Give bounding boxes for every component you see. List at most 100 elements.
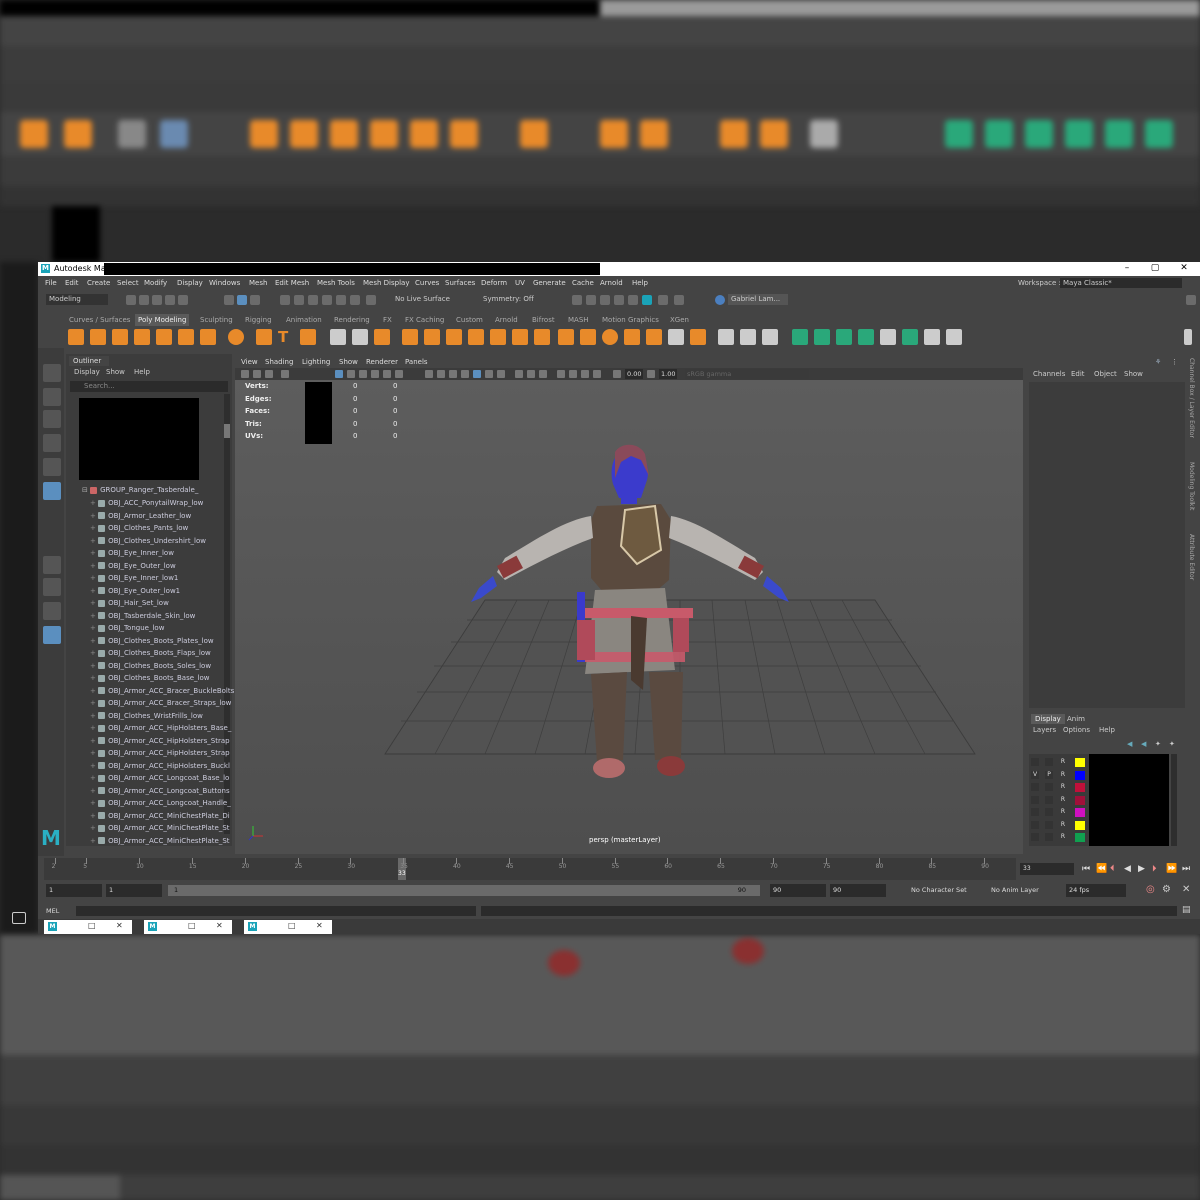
- menu-mesh[interactable]: Mesh: [249, 279, 267, 287]
- bridge-icon[interactable]: [374, 329, 390, 345]
- step-forward-frame-icon[interactable]: ⏵: [1152, 864, 1157, 874]
- snap-view-icon[interactable]: [336, 295, 346, 305]
- render-frame-icon[interactable]: [572, 295, 582, 305]
- layout-two-icon[interactable]: [43, 602, 61, 620]
- type-text-icon[interactable]: T: [278, 329, 294, 345]
- save-scene-icon[interactable]: [152, 295, 162, 305]
- side-tab-channel-box[interactable]: Channel Box / Layer Editor: [1188, 358, 1195, 438]
- outliner-item[interactable]: + OBJ_Clothes_Boots_Flaps_low: [90, 647, 246, 659]
- lasso-tool-icon[interactable]: [43, 388, 61, 406]
- layer-row[interactable]: R: [1029, 831, 1169, 844]
- layer-row[interactable]: VPR: [1029, 769, 1169, 782]
- crease-icon[interactable]: [690, 329, 706, 345]
- layer-playback-toggle[interactable]: [1045, 820, 1053, 829]
- scale-tool-icon[interactable]: [43, 482, 61, 500]
- xray-icon[interactable]: [569, 370, 577, 378]
- outliner-menu-help[interactable]: Help: [134, 368, 150, 376]
- layer-color-swatch[interactable]: [1075, 783, 1085, 792]
- snap-projected-icon[interactable]: [322, 295, 332, 305]
- gamma-icon[interactable]: [647, 370, 655, 378]
- restore-icon[interactable]: □: [88, 921, 96, 930]
- render-view-icon[interactable]: [628, 295, 638, 305]
- outliner-item[interactable]: + OBJ_Eye_Outer_low1: [90, 585, 246, 597]
- tab-fx[interactable]: FX: [380, 314, 395, 326]
- workspace-dropdown[interactable]: Maya Classic*: [1060, 278, 1182, 288]
- outliner-item[interactable]: + OBJ_Armor_ACC_Bracer_BuckleBolts: [90, 685, 246, 697]
- select-object-icon[interactable]: [237, 295, 247, 305]
- scene-start-field[interactable]: 1: [46, 884, 102, 897]
- new-layer-selected-icon[interactable]: ✦: [1169, 740, 1175, 748]
- move-layer-up-icon[interactable]: ◀: [1127, 740, 1132, 748]
- layer-playback-toggle[interactable]: [1045, 783, 1053, 791]
- live-surface-field[interactable]: No Live Surface: [392, 294, 464, 305]
- poly-torus-icon[interactable]: [156, 329, 172, 345]
- outliner-menu-show[interactable]: Show: [106, 368, 125, 376]
- cb-menu-object[interactable]: Object: [1094, 370, 1117, 378]
- layer-visibility-toggle[interactable]: [1031, 833, 1039, 841]
- depth-of-field-icon[interactable]: [539, 370, 547, 378]
- layer-color-swatch[interactable]: [1075, 770, 1085, 780]
- outliner-item[interactable]: + OBJ_Clothes_Boots_Base_low: [90, 672, 246, 684]
- boolean-icon[interactable]: [558, 329, 574, 345]
- bevel-icon[interactable]: [424, 329, 440, 345]
- pause-icon[interactable]: [674, 295, 684, 305]
- fps-dropdown[interactable]: 24 fps: [1066, 884, 1126, 897]
- prefs-icon[interactable]: ✕: [1182, 884, 1190, 895]
- outliner-item[interactable]: + OBJ_Armor_ACC_HipHolsters_Strap: [90, 747, 246, 759]
- append-icon[interactable]: [446, 329, 462, 345]
- wireframe-icon[interactable]: [425, 370, 433, 378]
- motion-blur-icon[interactable]: [515, 370, 523, 378]
- platonic-icon[interactable]: [228, 329, 244, 345]
- layer-row[interactable]: R: [1029, 819, 1169, 832]
- snap-live-icon[interactable]: [350, 295, 360, 305]
- poly-disc-icon[interactable]: [200, 329, 216, 345]
- outliner-item[interactable]: + OBJ_Armor_ACC_MiniChestPlate_St: [90, 835, 246, 847]
- auto-key-icon[interactable]: ◎: [1146, 884, 1155, 895]
- playblast-icon[interactable]: [658, 295, 668, 305]
- side-tab-modeling-toolkit[interactable]: Modeling Toolkit: [1188, 462, 1195, 510]
- extrude-icon[interactable]: [402, 329, 418, 345]
- outliner-layout-icon[interactable]: [43, 626, 61, 644]
- select-tool-icon[interactable]: [43, 364, 61, 382]
- outliner-item[interactable]: + OBJ_Armor_ACC_Longcoat_Handle_: [90, 797, 246, 809]
- outliner-item[interactable]: + OBJ_Armor_ACC_MiniChestPlate_St: [90, 822, 246, 834]
- uv-editor-icon[interactable]: [792, 329, 808, 345]
- sculpt-brush-icon[interactable]: [718, 329, 734, 345]
- target-weld-icon[interactable]: [602, 329, 618, 345]
- restore-icon[interactable]: □: [188, 921, 196, 930]
- menu-generate[interactable]: Generate: [533, 279, 566, 287]
- playback-end-field[interactable]: 90: [770, 884, 826, 897]
- cb-menu-channels[interactable]: Channels: [1033, 370, 1065, 378]
- history-icon[interactable]: [366, 295, 376, 305]
- layer-visibility-toggle[interactable]: [1031, 783, 1039, 791]
- smooth-shade-icon[interactable]: [437, 370, 445, 378]
- planar-map-icon[interactable]: [814, 329, 830, 345]
- menu-cache[interactable]: Cache: [572, 279, 594, 287]
- outliner-item[interactable]: + OBJ_Eye_Inner_low1: [90, 572, 246, 584]
- tab-mash[interactable]: MASH: [565, 314, 592, 326]
- svg-icon[interactable]: [300, 329, 316, 345]
- ambient-occlusion-icon[interactable]: [497, 370, 505, 378]
- layer-render-toggle[interactable]: R: [1059, 833, 1067, 841]
- ipr-render-icon[interactable]: [586, 295, 596, 305]
- xray-joints-icon[interactable]: [581, 370, 589, 378]
- play-backward-icon[interactable]: ◀: [1124, 864, 1131, 874]
- camera-select-icon[interactable]: [241, 370, 249, 378]
- new-scene-icon[interactable]: [126, 295, 136, 305]
- tab-curves-surfaces[interactable]: Curves / Surfaces: [66, 314, 133, 326]
- layer-playback-toggle[interactable]: [1045, 808, 1053, 816]
- outliner-item[interactable]: + OBJ_Armor_ACC_Longcoat_Buttons: [90, 785, 246, 797]
- vp-menu-panels[interactable]: Panels: [405, 358, 428, 366]
- field-chart-icon[interactable]: [383, 370, 391, 378]
- menu-select[interactable]: Select: [117, 279, 139, 287]
- isolate-select-icon[interactable]: [557, 370, 565, 378]
- multi-cut-icon[interactable]: [580, 329, 596, 345]
- redo-icon[interactable]: [178, 295, 188, 305]
- menu-modify[interactable]: Modify: [144, 279, 167, 287]
- mode-dropdown[interactable]: Modeling: [46, 294, 108, 305]
- outliner-item[interactable]: + OBJ_Clothes_Pants_low: [90, 522, 246, 534]
- outliner-item[interactable]: + OBJ_Armor_ACC_HipHolsters_Base_: [90, 722, 246, 734]
- menu-create[interactable]: Create: [87, 279, 110, 287]
- relax-brush-icon[interactable]: [762, 329, 778, 345]
- safe-action-icon[interactable]: [395, 370, 403, 378]
